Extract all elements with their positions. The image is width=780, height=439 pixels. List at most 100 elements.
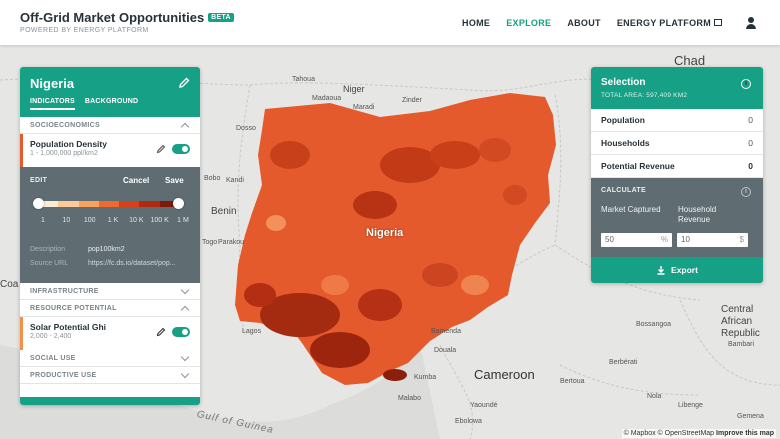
selection-panel: Selection TOTAL AREA: 597,409 KM2 i Popu…	[591, 67, 763, 283]
map-attribution: © Mapbox © OpenStreetMap Improve this ma…	[621, 429, 776, 438]
scale-tick-label: 1 M	[177, 217, 189, 224]
household-revenue-input[interactable]: 10 $	[677, 233, 748, 247]
map-label-lagos: Lagos	[242, 328, 262, 335]
source-label: Source URL	[30, 260, 69, 267]
scale-tick-label: 100	[83, 217, 96, 224]
map-label-libenge: Libenge	[678, 402, 703, 409]
row-value: 0	[748, 138, 753, 148]
map-label-bambari: Bambari	[728, 341, 755, 348]
save-button[interactable]: Save	[165, 176, 184, 185]
selection-row-population: Population 0	[591, 109, 763, 132]
cancel-button[interactable]: Cancel	[123, 176, 149, 185]
scale-tick-label: 100 K	[150, 217, 169, 224]
layer-solar-potential[interactable]: Solar Potential Ghi 2,000 - 2,400	[20, 317, 200, 350]
section-social-use-label: SOCIAL USE	[30, 354, 76, 362]
color-scale	[38, 201, 180, 207]
nav-about[interactable]: ABOUT	[567, 18, 601, 28]
map-label-ebolowa: Ebolowa	[455, 418, 482, 425]
calculate-box: CALCULATE i Market Captured Household Re…	[591, 178, 763, 257]
map-label-coast: Coa	[0, 279, 19, 290]
section-resource-potential[interactable]: RESOURCE POTENTIAL	[20, 300, 200, 317]
scale-tick-label: 1 K	[107, 217, 119, 224]
nav-home[interactable]: HOME	[462, 18, 490, 28]
section-productive-use-label: PRODUCTIVE USE	[30, 371, 97, 379]
total-area: TOTAL AREA: 597,409 KM2	[601, 92, 688, 99]
tab-indicators[interactable]: INDICATORS	[30, 98, 75, 110]
map-label-cameroon: Cameroon	[474, 367, 535, 382]
user-icon[interactable]	[744, 16, 758, 30]
download-icon	[657, 266, 665, 275]
market-captured-input[interactable]: 50 %	[601, 233, 672, 247]
map-label-yaounde: Yaoundé	[470, 402, 498, 409]
map-label-car: Central African Republic	[721, 304, 760, 339]
section-productive-use[interactable]: PRODUCTIVE USE	[20, 367, 200, 384]
chevron-up-icon	[180, 305, 190, 314]
export-button[interactable]: Export	[591, 257, 763, 283]
map-label-kumba: Kumba	[414, 374, 437, 381]
edit-layer-icon[interactable]	[156, 327, 166, 337]
top-navigation: Off-Grid Market Opportunities BETA POWER…	[0, 0, 780, 45]
map-label-chad: Chad	[674, 53, 706, 68]
chevron-down-icon	[180, 369, 190, 378]
external-link-icon	[714, 19, 722, 26]
brand[interactable]: Off-Grid Market Opportunities BETA POWER…	[20, 10, 234, 34]
improve-map-link[interactable]: Improve this map	[716, 430, 774, 437]
map-label-bobo: Bobo	[204, 175, 221, 182]
edit-label: EDIT	[30, 177, 48, 184]
chevron-up-icon	[180, 122, 190, 131]
map-label-gemena: Gemena	[737, 413, 764, 420]
nav-energy-platform-label: ENERGY PLATFORM	[616, 17, 711, 28]
map-label-bamenda: Bamenda	[431, 328, 461, 335]
edit-area-icon[interactable]	[178, 77, 190, 89]
layer-population-density[interactable]: Population Density 1 - 1,000,000 ppl/km2	[20, 134, 200, 167]
chevron-down-icon	[180, 352, 190, 361]
map-label-maradi: Maradi	[353, 104, 375, 111]
beta-badge: BETA	[208, 13, 234, 22]
section-infrastructure[interactable]: INFRASTRUCTURE	[20, 283, 200, 300]
panel-footer	[20, 397, 200, 405]
layer-toggle[interactable]	[172, 327, 190, 337]
input-value: 10	[681, 235, 690, 244]
nav-energy-platform[interactable]: ENERGY PLATFORM	[617, 18, 722, 28]
panel-header: Nigeria INDICATORS BACKGROUND	[20, 67, 200, 117]
layer-edit-box: EDIT Cancel Save 1 10 100 1 K 10 K 100 K 1 M D…	[20, 167, 200, 283]
row-label: Population	[601, 115, 645, 125]
selection-header: Selection TOTAL AREA: 597,409 KM2 i	[591, 67, 763, 109]
scale-tick-label: 10	[62, 217, 71, 224]
area-title: Nigeria	[30, 76, 75, 91]
row-value: 0	[748, 115, 753, 125]
description-value: pop100km2	[88, 246, 125, 253]
map-label-madaoua: Madaoua	[312, 95, 342, 102]
scale-swatch	[58, 201, 79, 207]
range-handle-min[interactable]	[33, 198, 44, 209]
selection-row-households: Households 0	[591, 132, 763, 155]
layer-toggle[interactable]	[172, 144, 190, 154]
household-revenue-label: Household Revenue	[678, 205, 717, 224]
section-socioeconomics[interactable]: SOCIOECONOMICS	[20, 117, 200, 134]
info-icon[interactable]: i	[741, 187, 751, 197]
map-label-berberati: Berbérati	[609, 359, 638, 366]
map-label-bertoua: Bertoua	[560, 378, 585, 385]
tab-background[interactable]: BACKGROUND	[85, 98, 138, 110]
edit-layer-icon[interactable]	[156, 144, 166, 154]
attribution-text[interactable]: © Mapbox © OpenStreetMap	[624, 430, 714, 437]
scale-swatch	[98, 201, 120, 207]
map-label-bossangoa: Bossangoa	[636, 321, 672, 328]
section-social-use[interactable]: SOCIAL USE	[20, 350, 200, 367]
row-label: Potential Revenue	[601, 161, 675, 171]
input-unit: $	[739, 235, 744, 244]
nav-explore[interactable]: EXPLORE	[506, 18, 551, 28]
app-title: Off-Grid Market Opportunities	[20, 10, 205, 25]
input-unit: %	[660, 235, 668, 244]
range-handle-max[interactable]	[173, 198, 184, 209]
app-subtitle: POWERED BY ENERGY PLATFORM	[20, 27, 149, 34]
source-link[interactable]: https://fc.ds.io/dataset/pop...	[88, 260, 176, 267]
section-socioeconomics-label: SOCIOECONOMICS	[30, 121, 100, 129]
map-label-nigeria: Nigeria	[366, 227, 404, 239]
map-label-dosso: Dosso	[236, 125, 256, 132]
selection-title: Selection	[601, 77, 646, 88]
indicators-panel: Nigeria INDICATORS BACKGROUND SOCIOECONO…	[20, 67, 200, 405]
map-label-parakou: Parakou	[218, 239, 245, 246]
row-label: Households	[601, 138, 650, 148]
info-icon[interactable]: i	[741, 79, 751, 89]
